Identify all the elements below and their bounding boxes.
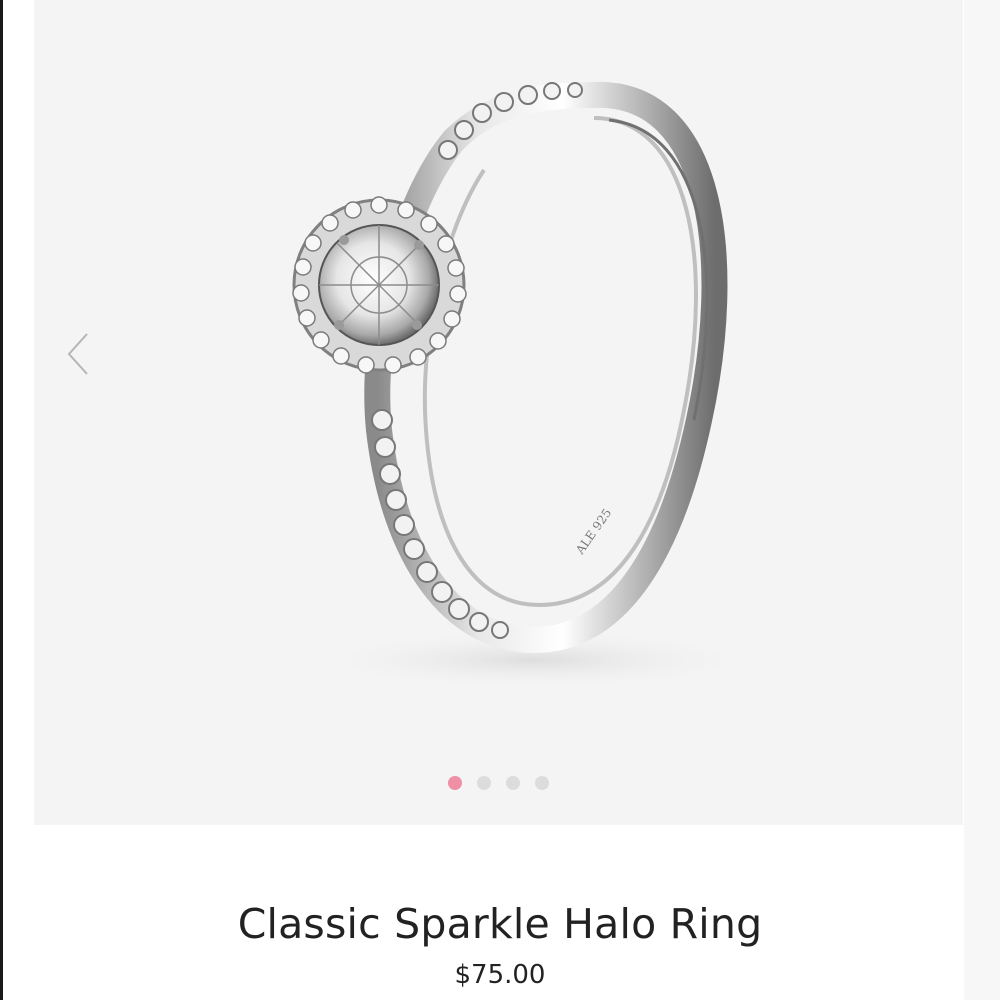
- left-edge-border: [0, 0, 3, 1000]
- carousel-dot-4[interactable]: [535, 776, 549, 790]
- product-image-gallery[interactable]: ALE 925: [34, 0, 963, 825]
- right-gutter: [964, 0, 1000, 1000]
- svg-text:ALE 925: ALE 925: [572, 506, 614, 558]
- carousel-dot-1[interactable]: [448, 776, 462, 790]
- product-title: Classic Sparkle Halo Ring: [237, 900, 763, 948]
- ring-photo: ALE 925: [292, 81, 764, 690]
- carousel-dot-3[interactable]: [506, 776, 520, 790]
- previous-image-button[interactable]: [58, 324, 98, 384]
- carousel-dot-2[interactable]: [477, 776, 491, 790]
- product-price: $75.00: [454, 960, 546, 990]
- carousel-pagination: [34, 776, 963, 790]
- chevron-left-icon: [67, 333, 88, 375]
